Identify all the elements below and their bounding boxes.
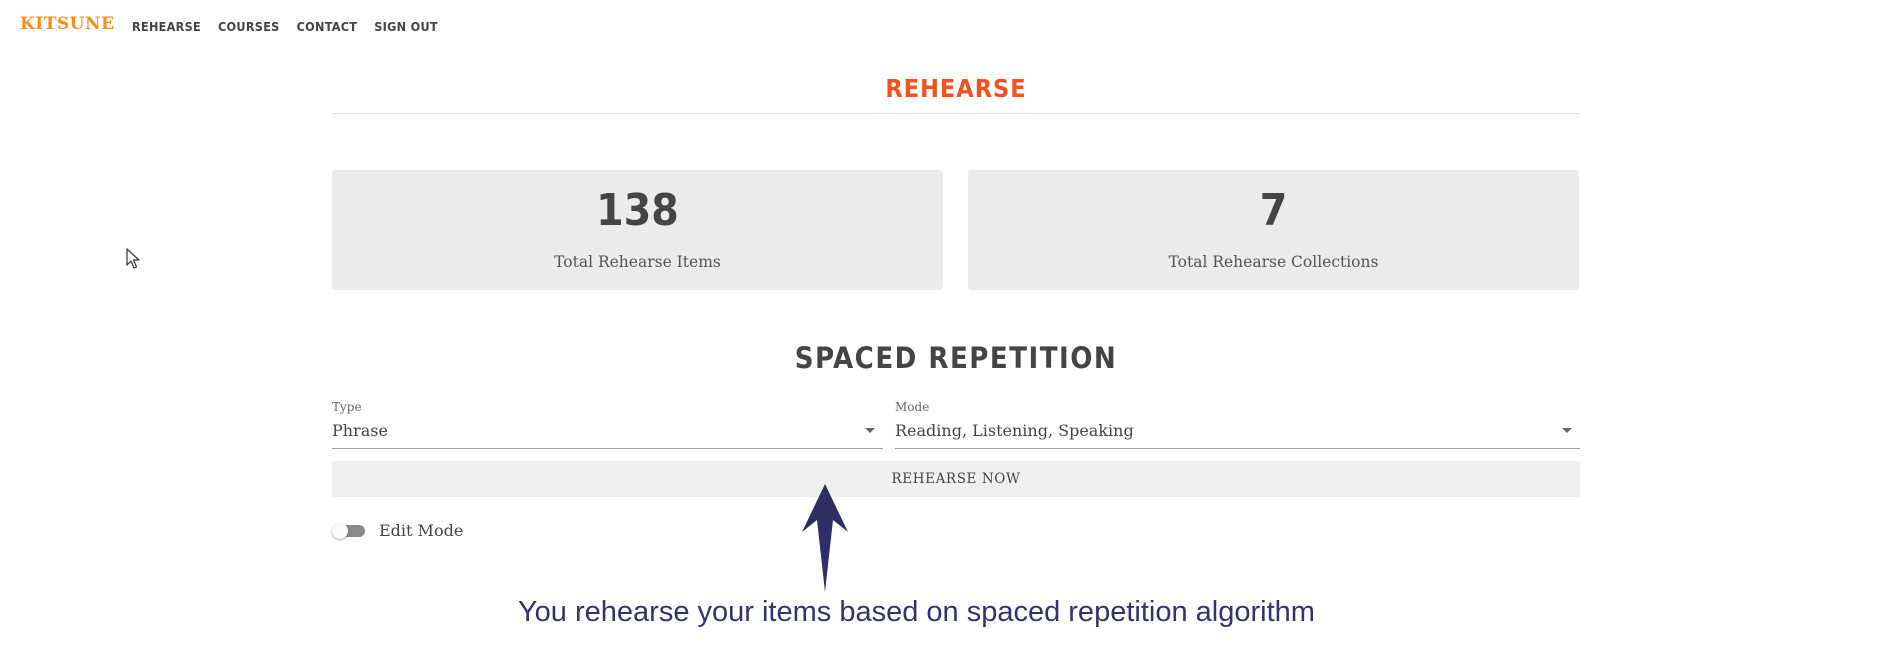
nav-item-contact[interactable]: CONTACT	[297, 19, 358, 34]
brand-logo[interactable]: KITSUNE	[20, 14, 114, 34]
toggle-knob	[332, 523, 348, 539]
section-title-spaced-repetition: SPACED REPETITION	[794, 341, 1118, 375]
stat-card-total-collections: 7 Total Rehearse Collections	[968, 170, 1579, 290]
nav-item-courses[interactable]: COURSES	[218, 19, 280, 34]
arrow-up-icon	[802, 484, 848, 592]
stat-value-total-collections: 7	[1259, 185, 1288, 236]
edit-mode-label: Edit Mode	[379, 521, 464, 540]
type-select[interactable]: Type Phrase	[332, 400, 883, 449]
page-title: REHEARSE	[885, 74, 1027, 103]
rehearse-now-button[interactable]: REHEARSE NOW	[332, 461, 1580, 497]
type-select-label: Type	[332, 400, 362, 414]
stat-label-total-collections: Total Rehearse Collections	[1168, 253, 1379, 271]
stat-value-total-items: 138	[596, 185, 679, 236]
stat-label-total-items: Total Rehearse Items	[554, 253, 721, 271]
annotation-caption: You rehearse your items based on spaced …	[518, 596, 1315, 628]
stat-card-total-items: 138 Total Rehearse Items	[332, 170, 943, 290]
nav-item-sign-out[interactable]: SIGN OUT	[374, 19, 438, 34]
mode-select-value: Reading, Listening, Speaking	[895, 421, 1134, 440]
mode-select-label: Mode	[895, 400, 930, 414]
mouse-pointer-icon	[126, 248, 140, 269]
mode-select[interactable]: Mode Reading, Listening, Speaking	[895, 400, 1580, 449]
chevron-down-icon[interactable]	[1562, 428, 1572, 433]
main-nav: REHEARSE COURSES CONTACT SIGN OUT	[132, 19, 438, 34]
chevron-down-icon[interactable]	[865, 428, 875, 433]
title-divider	[332, 113, 1580, 114]
type-select-value: Phrase	[332, 421, 388, 440]
nav-item-rehearse[interactable]: REHEARSE	[132, 19, 201, 34]
top-navigation-bar: KITSUNE REHEARSE COURSES CONTACT SIGN OU…	[0, 0, 1901, 54]
edit-mode-toggle[interactable]	[332, 523, 366, 539]
